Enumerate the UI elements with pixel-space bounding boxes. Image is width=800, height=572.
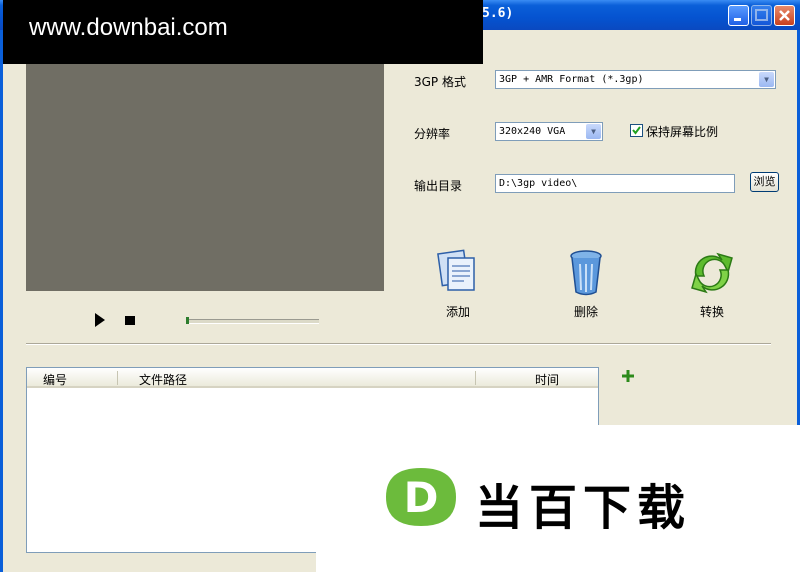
column-header-path[interactable]: 文件路径 xyxy=(139,371,187,388)
add-label: 添加 xyxy=(445,305,470,319)
checkmark-icon xyxy=(632,126,641,135)
minimize-icon xyxy=(734,18,741,21)
watermark-url: www.downbai.com xyxy=(29,14,228,41)
video-preview xyxy=(26,64,384,291)
playback-slider-thumb[interactable] xyxy=(186,317,189,324)
minimize-button[interactable] xyxy=(728,5,749,26)
format-select[interactable]: 3GP + AMR Format (*.3gp) ▼ xyxy=(495,70,776,89)
column-separator[interactable] xyxy=(117,371,118,385)
column-header-index[interactable]: 编号 xyxy=(43,371,67,388)
resolution-value: 320x240 VGA xyxy=(499,126,566,137)
window-border-left xyxy=(0,30,3,572)
trash-icon xyxy=(570,250,602,296)
play-button[interactable] xyxy=(95,313,105,327)
keep-ratio-label[interactable]: 保持屏幕比例 xyxy=(646,123,718,140)
close-button[interactable] xyxy=(774,5,795,26)
chevron-down-icon[interactable]: ▼ xyxy=(586,124,601,139)
output-dir-label: 输出目录 xyxy=(414,179,463,193)
output-dir-value: D:\3gp video\ xyxy=(499,178,578,189)
resolution-select[interactable]: 320x240 VGA ▼ xyxy=(495,122,603,141)
convert-label: 转换 xyxy=(699,305,724,319)
add-button[interactable]: 添加 xyxy=(423,248,493,320)
maximize-icon xyxy=(755,9,768,21)
format-label: 3GP 格式 xyxy=(414,75,466,89)
delete-label: 删除 xyxy=(573,305,598,319)
documents-icon xyxy=(437,249,475,291)
logo-text: 当百下载 xyxy=(475,480,692,536)
convert-arrows-icon xyxy=(691,252,733,294)
keep-ratio-checkbox[interactable] xyxy=(630,124,643,137)
column-header-time[interactable]: 时间 xyxy=(535,371,559,388)
divider xyxy=(26,343,771,345)
column-separator[interactable] xyxy=(475,371,476,385)
playback-slider[interactable] xyxy=(186,319,319,324)
browse-button[interactable]: 浏览 xyxy=(750,172,779,192)
delete-button[interactable]: 删除 xyxy=(551,248,621,320)
logo-letter: D xyxy=(404,473,439,522)
stop-button[interactable] xyxy=(125,316,135,325)
logo-icon: D xyxy=(386,468,456,526)
resolution-label: 分辨率 xyxy=(414,127,451,141)
close-icon xyxy=(779,10,790,21)
watermark-banner: www.downbai.com xyxy=(3,0,483,64)
convert-button[interactable]: 转换 xyxy=(677,248,747,320)
window-title: 5.6) xyxy=(482,6,514,21)
chevron-down-icon[interactable]: ▼ xyxy=(759,72,774,87)
maximize-button[interactable] xyxy=(751,5,772,26)
output-dir-input[interactable]: D:\3gp video\ xyxy=(495,174,735,193)
plus-icon[interactable] xyxy=(621,369,635,383)
file-list-header: 编号 文件路径 时间 xyxy=(27,368,598,388)
format-value: 3GP + AMR Format (*.3gp) xyxy=(499,74,644,85)
